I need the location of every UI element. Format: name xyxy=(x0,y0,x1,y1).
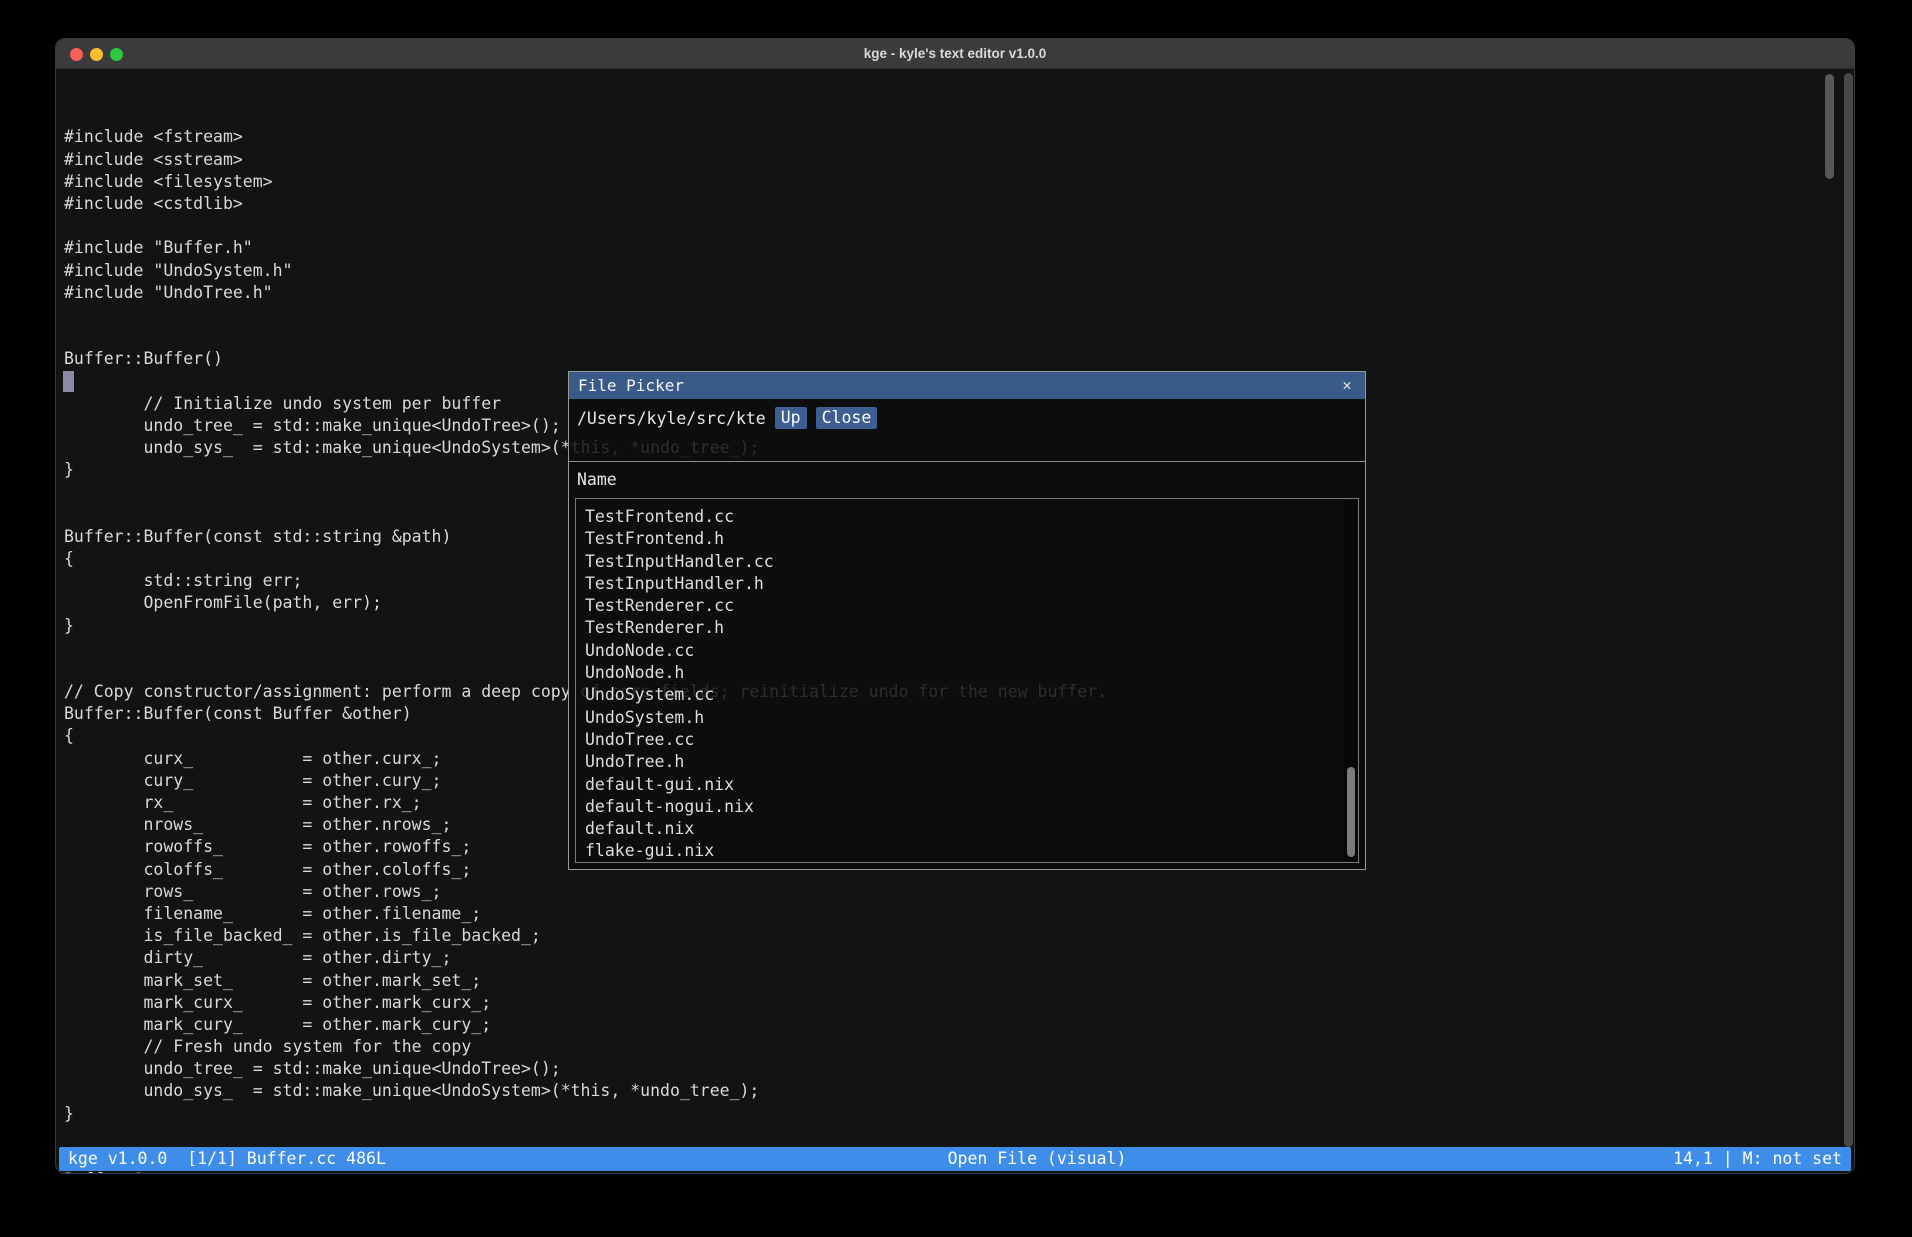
code-line: #include <filesystem> xyxy=(64,171,1107,193)
code-line xyxy=(64,326,1107,348)
current-path: /Users/kyle/src/kte xyxy=(577,409,766,428)
file-picker-title: File Picker xyxy=(578,376,684,395)
file-list-item[interactable]: UndoTree.h xyxy=(585,751,1358,773)
code-line xyxy=(64,215,1107,237)
file-list-item[interactable]: UndoSystem.cc xyxy=(585,684,1358,706)
window-title: kge - kyle's text editor v1.0.0 xyxy=(56,39,1854,69)
file-list-item[interactable]: TestInputHandler.cc xyxy=(585,551,1358,573)
file-picker-titlebar[interactable]: File Picker ✕ xyxy=(569,372,1365,399)
code-line xyxy=(64,1125,1107,1147)
path-row: /Users/kyle/src/kte Up Close xyxy=(577,407,877,429)
close-button[interactable]: Close xyxy=(816,407,878,429)
code-line: rows_ = other.rows_; xyxy=(64,881,1107,903)
code-line: Buffer::Buffer() xyxy=(64,348,1107,370)
editor-scrollbar-thumb[interactable] xyxy=(1825,74,1834,179)
code-line: filename_ = other.filename_; xyxy=(64,903,1107,925)
dialog-separator xyxy=(569,461,1365,462)
file-list-item[interactable]: default.nix xyxy=(585,818,1358,840)
file-list[interactable]: TestFrontend.ccTestFrontend.hTestInputHa… xyxy=(575,498,1359,863)
code-line: mark_cury_ = other.mark_cury_; xyxy=(64,1014,1107,1036)
title-bar[interactable]: kge - kyle's text editor v1.0.0 xyxy=(56,39,1854,69)
file-list-item[interactable]: TestInputHandler.h xyxy=(585,573,1358,595)
status-mode: Open File (visual) xyxy=(948,1147,1127,1171)
code-line: #include <sstream> xyxy=(64,149,1107,171)
file-list-item[interactable]: TestRenderer.h xyxy=(585,617,1358,639)
code-line: #include <cstdlib> xyxy=(64,193,1107,215)
status-version-file: kge v1.0.0 [1/1] Buffer.cc 486L xyxy=(68,1147,386,1171)
editor-window: kge - kyle's text editor v1.0.0 #include… xyxy=(55,38,1855,1174)
code-line: undo_sys_ = std::make_unique<UndoSystem>… xyxy=(64,1080,1107,1102)
code-line xyxy=(64,304,1107,326)
up-button[interactable]: Up xyxy=(775,407,807,429)
code-line: mark_set_ = other.mark_set_; xyxy=(64,970,1107,992)
window-scrollbar-strip[interactable] xyxy=(1844,73,1853,1147)
file-list-item[interactable]: TestRenderer.cc xyxy=(585,595,1358,617)
code-line: is_file_backed_ = other.is_file_backed_; xyxy=(64,925,1107,947)
file-list-item[interactable]: UndoNode.cc xyxy=(585,640,1358,662)
status-cursor-mark: 14,1 | M: not set xyxy=(1673,1147,1842,1171)
code-line: #include "Buffer.h" xyxy=(64,237,1107,259)
name-column-header: Name xyxy=(577,470,617,489)
code-line: // Fresh undo system for the copy xyxy=(64,1036,1107,1058)
status-bar: kge v1.0.0 [1/1] Buffer.cc 486L Open Fil… xyxy=(59,1147,1851,1171)
file-list-item[interactable]: TestFrontend.cc xyxy=(585,506,1358,528)
text-cursor xyxy=(63,371,74,392)
file-list-item[interactable]: default-nogui.nix xyxy=(585,796,1358,818)
code-line: } xyxy=(64,1103,1107,1125)
file-list-item[interactable]: default-gui.nix xyxy=(585,774,1358,796)
file-picker-dialog: File Picker ✕ /Users/kyle/src/kte Up Clo… xyxy=(568,371,1366,870)
code-line: #include "UndoSystem.h" xyxy=(64,260,1107,282)
code-line: #include <fstream> xyxy=(64,126,1107,148)
file-list-item[interactable]: UndoTree.cc xyxy=(585,729,1358,751)
code-line: mark_curx_ = other.mark_curx_; xyxy=(64,992,1107,1014)
file-picker-body: /Users/kyle/src/kte Up Close Name TestFr… xyxy=(569,399,1365,869)
file-list-item[interactable]: UndoNode.h xyxy=(585,662,1358,684)
file-list-scrollbar-thumb[interactable] xyxy=(1347,767,1355,857)
code-line: undo_tree_ = std::make_unique<UndoTree>(… xyxy=(64,1058,1107,1080)
dialog-close-icon[interactable]: ✕ xyxy=(1338,372,1356,399)
code-line: #include "UndoTree.h" xyxy=(64,282,1107,304)
code-line: dirty_ = other.dirty_; xyxy=(64,947,1107,969)
file-list-item[interactable]: TestFrontend.h xyxy=(585,528,1358,550)
file-list-item[interactable]: UndoSystem.h xyxy=(585,707,1358,729)
file-list-item[interactable]: flake-gui.nix xyxy=(585,840,1358,862)
